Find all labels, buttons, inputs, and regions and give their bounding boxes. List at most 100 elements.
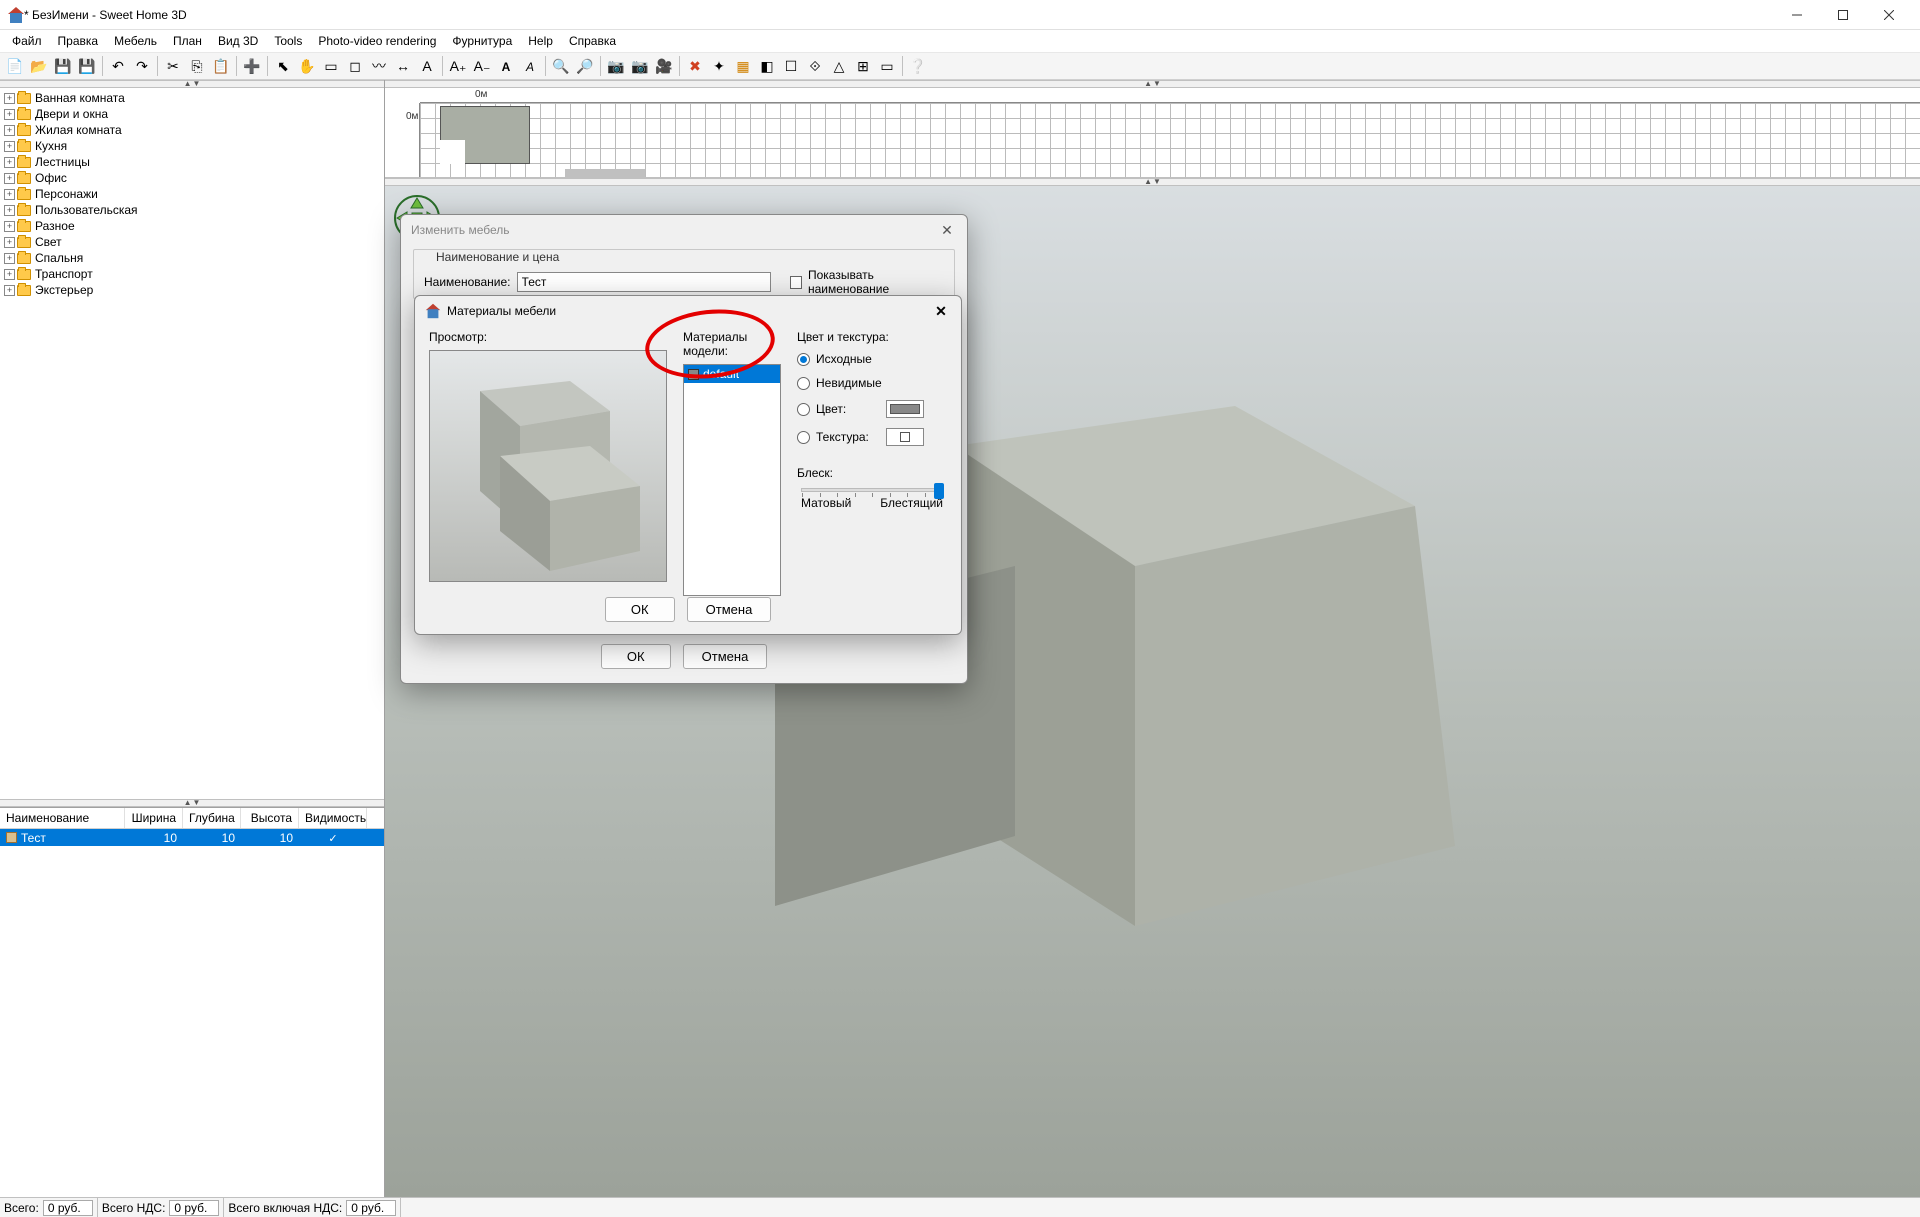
save-icon[interactable]: 💾 (52, 55, 74, 77)
folder-icon (17, 93, 31, 104)
materials-listbox[interactable]: default (683, 364, 781, 596)
menu-reference[interactable]: Справка (561, 32, 624, 50)
saveas-icon[interactable]: 💾 (76, 55, 98, 77)
photo-icon[interactable]: 📷 (605, 55, 627, 77)
help-icon[interactable]: ❔ (907, 55, 929, 77)
video-icon[interactable]: 🎥 (653, 55, 675, 77)
radio-original[interactable] (797, 353, 810, 366)
split-handle-top-left[interactable]: ▲▼ (0, 80, 384, 88)
name-field[interactable] (517, 272, 771, 292)
menu-tools[interactable]: Tools (266, 32, 310, 50)
dimension-icon[interactable]: ↔ (392, 55, 414, 77)
color-picker-button[interactable] (886, 400, 924, 418)
room-icon[interactable]: ◻ (344, 55, 366, 77)
menu-furniture[interactable]: Мебель (106, 32, 165, 50)
close-icon[interactable]: ✕ (937, 220, 957, 240)
photo2-icon[interactable]: 📷 (629, 55, 651, 77)
plugin5-icon[interactable]: ☐ (780, 55, 802, 77)
radio-texture[interactable] (797, 431, 810, 444)
shine-slider[interactable] (801, 488, 943, 492)
ok-button[interactable]: ОК (605, 597, 675, 622)
expand-icon[interactable]: + (4, 93, 15, 104)
plugin4-icon[interactable]: ◧ (756, 55, 778, 77)
menu-3dview[interactable]: Вид 3D (210, 32, 266, 50)
catalog-tree[interactable]: +Ванная комната +Двери и окна +Жилая ком… (0, 88, 384, 799)
radio-invisible[interactable] (797, 377, 810, 390)
col-height[interactable]: Высота (241, 808, 299, 828)
expand-icon[interactable]: + (4, 269, 15, 280)
tree-item: +Офис (0, 170, 384, 186)
cut-icon[interactable]: ✂ (162, 55, 184, 77)
addfurn-icon[interactable]: ➕ (241, 55, 263, 77)
plugin8-icon[interactable]: ⊞ (852, 55, 874, 77)
expand-icon[interactable]: + (4, 125, 15, 136)
ok-button[interactable]: ОК (601, 644, 671, 669)
expand-icon[interactable]: + (4, 109, 15, 120)
paste-icon[interactable]: 📋 (210, 55, 232, 77)
minimize-button[interactable] (1774, 0, 1820, 30)
text-icon[interactable]: A (416, 55, 438, 77)
col-depth[interactable]: Глубина (183, 808, 241, 828)
expand-icon[interactable]: + (4, 173, 15, 184)
expand-icon[interactable]: + (4, 141, 15, 152)
list-item[interactable]: default (684, 365, 780, 383)
expand-icon[interactable]: + (4, 189, 15, 200)
col-visible[interactable]: Видимость (299, 808, 367, 828)
expand-icon[interactable]: + (4, 205, 15, 216)
expand-icon[interactable]: + (4, 221, 15, 232)
copy-icon[interactable]: ⎘ (186, 55, 208, 77)
textsize-icon[interactable]: A₊ (447, 55, 469, 77)
cancel-button[interactable]: Отмена (687, 597, 772, 622)
polyline-icon[interactable]: 〰 (368, 55, 390, 77)
table-row[interactable]: Тест 10 10 10 ✓ (0, 829, 384, 846)
scrollbar-thumb[interactable] (565, 169, 645, 177)
radio-color[interactable] (797, 403, 810, 416)
select-icon[interactable]: ⬉ (272, 55, 294, 77)
pan-icon[interactable]: ✋ (296, 55, 318, 77)
expand-icon[interactable]: + (4, 285, 15, 296)
folder-icon (17, 109, 31, 120)
undo-icon[interactable]: ↶ (107, 55, 129, 77)
menu-edit[interactable]: Правка (50, 32, 107, 50)
material-swatch-icon (688, 369, 699, 380)
close-icon[interactable]: ✕ (931, 301, 951, 321)
slider-thumb[interactable] (934, 483, 944, 499)
col-name[interactable]: Наименование (0, 808, 125, 828)
expand-icon[interactable]: + (4, 253, 15, 264)
expand-icon[interactable]: + (4, 237, 15, 248)
folder-icon (17, 173, 31, 184)
plan-view[interactable]: 0м 0м (385, 88, 1920, 178)
menu-file[interactable]: Файл (4, 32, 50, 50)
show-name-checkbox[interactable] (790, 276, 802, 289)
close-button[interactable] (1866, 0, 1912, 30)
menu-hardware[interactable]: Фурнитура (444, 32, 520, 50)
plugin6-icon[interactable]: ⟐ (804, 55, 826, 77)
redo-icon[interactable]: ↷ (131, 55, 153, 77)
plugin9-icon[interactable]: ▭ (876, 55, 898, 77)
plugin3-icon[interactable]: ▦ (732, 55, 754, 77)
split-handle-mid-right[interactable]: ▲▼ (385, 178, 1920, 186)
plugin7-icon[interactable]: △ (828, 55, 850, 77)
status-inc: 0 руб. (346, 1200, 396, 1216)
menu-plan[interactable]: План (165, 32, 210, 50)
menu-help[interactable]: Help (520, 32, 561, 50)
italic-icon[interactable]: A (519, 55, 541, 77)
plugin2-icon[interactable]: ✦ (708, 55, 730, 77)
col-width[interactable]: Ширина (125, 808, 183, 828)
texture-picker-button[interactable] (886, 428, 924, 446)
wall-icon[interactable]: ▭ (320, 55, 342, 77)
zoomin-icon[interactable]: 🔍 (550, 55, 572, 77)
open-icon[interactable]: 📂 (28, 55, 50, 77)
split-handle-mid-left[interactable]: ▲▼ (0, 799, 384, 807)
cancel-button[interactable]: Отмена (683, 644, 768, 669)
menu-render[interactable]: Photo-video rendering (310, 32, 444, 50)
expand-icon[interactable]: + (4, 157, 15, 168)
materials-label: Материалы модели: (683, 330, 783, 358)
bold-icon[interactable]: A (495, 55, 517, 77)
zoomout-icon[interactable]: 🔎 (574, 55, 596, 77)
split-handle-top-right[interactable]: ▲▼ (385, 80, 1920, 88)
plugin1-icon[interactable]: ✖ (684, 55, 706, 77)
new-icon[interactable]: 📄 (4, 55, 26, 77)
maximize-button[interactable] (1820, 0, 1866, 30)
textsize2-icon[interactable]: A₋ (471, 55, 493, 77)
